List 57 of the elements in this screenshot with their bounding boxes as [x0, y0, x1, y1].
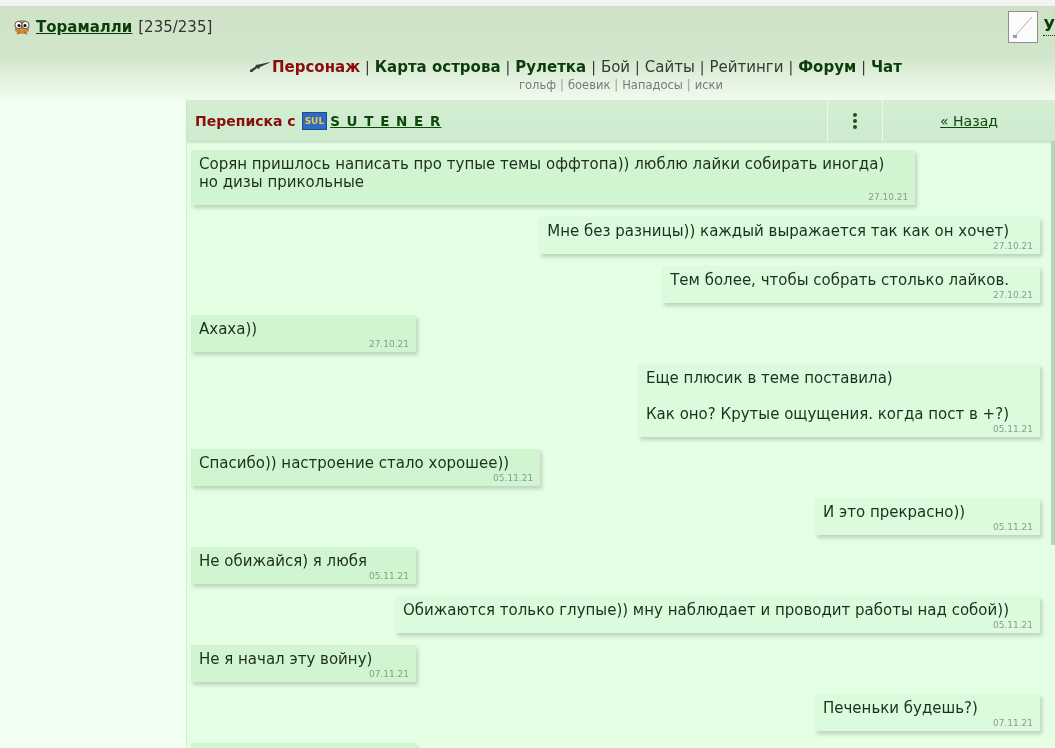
subnav-link[interactable]: гольф — [519, 78, 557, 92]
message-date: 27.10.21 — [992, 240, 1033, 252]
more-button[interactable] — [827, 100, 883, 141]
message-text: Сорян пришлось написать про тупые темы оффтопа)) люблю лайки собирать иногда) но дизы прикольные — [199, 155, 886, 191]
message-date: 07.11.21 — [368, 668, 409, 680]
owl-icon — [12, 17, 32, 37]
nav-separator: | — [591, 59, 596, 75]
nav-link[interactable]: Персонаж — [272, 58, 361, 76]
image-placeholder — [1008, 11, 1039, 43]
message-text: Не обижайся) я любя — [199, 552, 369, 570]
message-date: 05.11.21 — [992, 521, 1033, 533]
more-icon — [853, 112, 857, 129]
nav-link[interactable]: Чат — [870, 58, 902, 76]
nav-separator: | — [699, 59, 705, 75]
nav-separator: | — [505, 59, 511, 75]
clan-badge: SUL — [301, 111, 328, 130]
message-text: И это прекрасно)) — [823, 503, 967, 521]
subnav-separator: | — [686, 78, 691, 92]
message-text: Спасибо)) настроение стало хорошее)) — [199, 454, 511, 472]
contact-name-link[interactable]: S U T E N E R — [330, 112, 442, 129]
message-text: Не я начал эту войну) — [199, 650, 374, 668]
message-date: 05.11.21 — [368, 570, 409, 582]
subnav-link[interactable]: боевик — [567, 78, 611, 92]
nav-link[interactable]: Рулетка — [515, 58, 587, 76]
subnav-link[interactable]: Нападосы — [622, 78, 683, 92]
message-text: Обижаются только глупые)) мну наблюдает и проводит работы над собой)) — [402, 601, 1010, 619]
message-text: Еще плюсик в теме поставила) Как оно? Крутые ощущения. когда пост в +?) — [645, 369, 1010, 423]
message-date: 05.11.21 — [992, 619, 1033, 631]
subnav-separator: | — [614, 78, 619, 92]
message-date: 27.10.21 — [992, 289, 1033, 301]
nav-separator: | — [635, 59, 640, 75]
nav-separator: | — [788, 59, 794, 75]
message-date: 27.10.21 — [368, 338, 409, 350]
health-counter: [235/235] — [138, 18, 213, 36]
nav-link[interactable]: Бой — [600, 58, 631, 76]
subnav-link[interactable]: иски — [694, 78, 723, 92]
message-text: Печеньки будешь?) — [823, 699, 979, 717]
scrollbar[interactable] — [1051, 141, 1055, 545]
subnav-separator: | — [560, 78, 564, 92]
rifle-icon — [250, 61, 270, 73]
nav-link[interactable]: Рейтинги — [709, 58, 784, 76]
message-text: Ахаха)) — [199, 320, 259, 338]
message-text: Тем более, чтобы собрать столько лайков. — [670, 271, 1010, 289]
nav-separator: | — [861, 59, 866, 75]
nav-link[interactable]: Карта острова — [374, 58, 501, 76]
nav-link[interactable]: Сайты — [644, 58, 695, 76]
message-date: 27.10.21 — [868, 191, 909, 203]
user-name-link[interactable]: Торамалли — [36, 18, 133, 36]
message-text: Мне без разницы)) каждый выражается так как он хочет) — [547, 222, 1010, 240]
message-date: 05.11.21 — [493, 472, 534, 484]
top-right-link[interactable]: У — [1043, 17, 1055, 36]
message-date: 07.11.21 — [992, 717, 1033, 729]
chat-title: Переписка с — [195, 112, 296, 129]
back-link[interactable]: « Назад — [940, 112, 998, 129]
message-date: 05.11.21 — [992, 423, 1033, 435]
nav-separator: | — [365, 59, 370, 75]
nav-link[interactable]: Форум — [798, 58, 857, 76]
